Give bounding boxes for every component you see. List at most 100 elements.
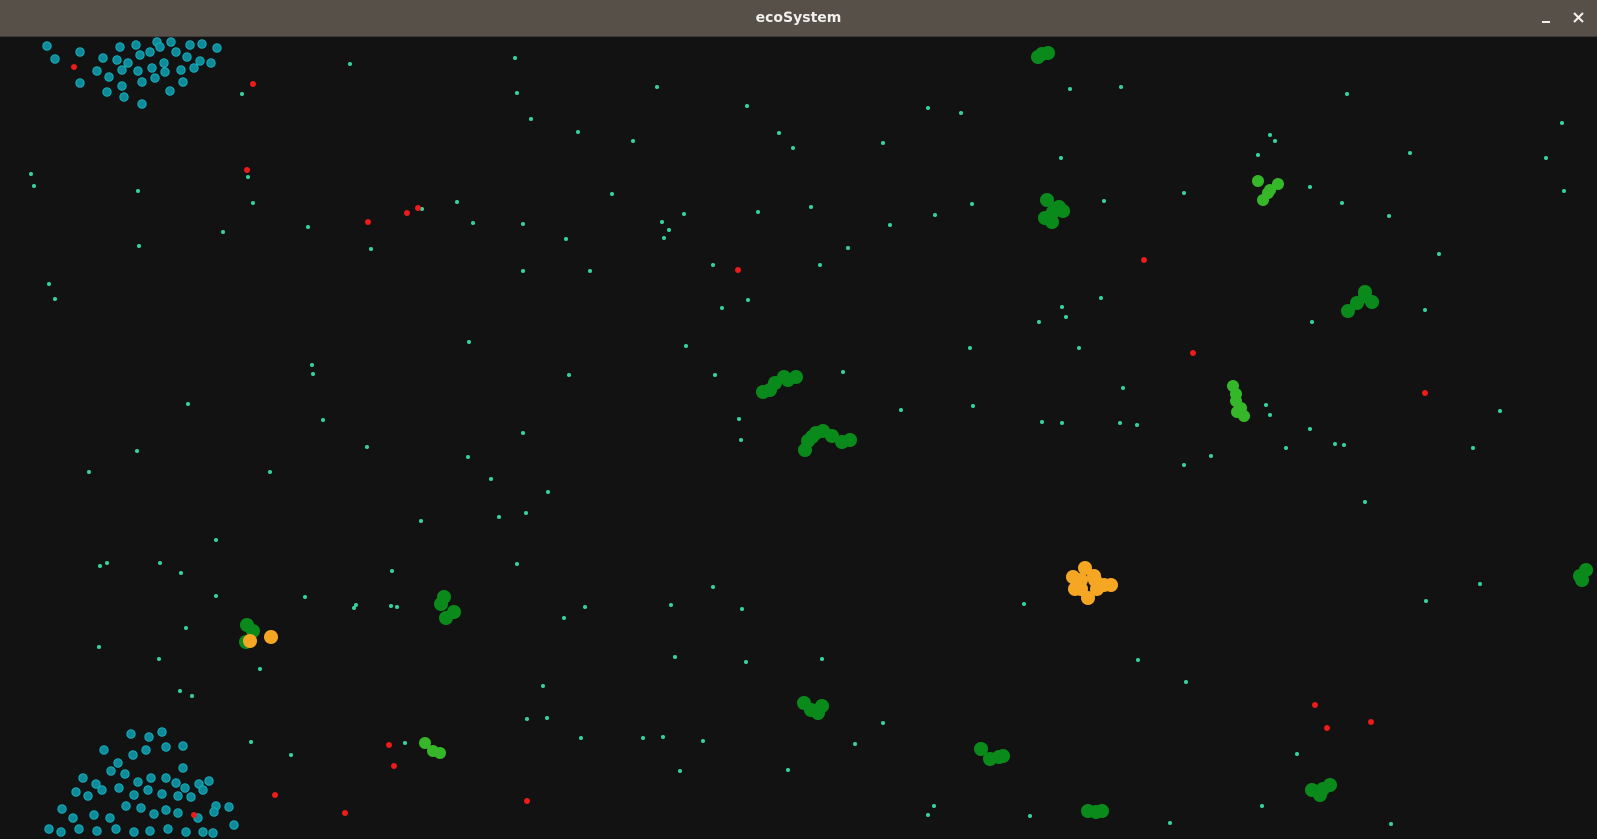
food-particle — [739, 438, 743, 442]
plant — [996, 749, 1010, 763]
food-particle — [515, 562, 519, 566]
food-particle — [137, 244, 141, 248]
herd-creature — [147, 63, 157, 73]
predator — [386, 742, 392, 748]
food-particle — [136, 189, 140, 193]
herd-creature — [171, 778, 181, 788]
predator — [1141, 257, 1147, 263]
herd-creature — [157, 727, 167, 737]
herd-creature — [126, 729, 136, 739]
herd-creature — [178, 77, 188, 87]
food-particle — [853, 742, 857, 746]
food-particle — [419, 519, 423, 523]
food-particle — [1119, 85, 1123, 89]
herd-creature — [57, 804, 67, 814]
close-icon — [1567, 6, 1591, 30]
herd-creature — [185, 40, 195, 50]
predator — [71, 64, 77, 70]
herd-creature — [178, 741, 188, 751]
title-bar[interactable]: ecoSystem — [0, 0, 1597, 37]
food-particle — [888, 223, 892, 227]
food-particle — [820, 657, 824, 661]
herd-creature — [141, 745, 151, 755]
ecosystem-world[interactable] — [0, 37, 1597, 839]
food-particle — [390, 569, 394, 573]
food-particle — [1135, 423, 1139, 427]
food-particle — [579, 736, 583, 740]
food-particle — [467, 340, 471, 344]
herd-creature — [117, 65, 127, 75]
predator — [391, 763, 397, 769]
plant — [763, 383, 777, 397]
herd-creature — [105, 813, 115, 823]
close-button[interactable] — [1567, 6, 1591, 30]
herd-creature — [123, 58, 133, 68]
plant-clusters-dark — [239, 46, 1593, 819]
food-particle — [1068, 87, 1072, 91]
food-particle — [258, 667, 262, 671]
herd-creature — [182, 52, 192, 62]
food-particle — [968, 346, 972, 350]
herd-creature — [120, 769, 130, 779]
simulation-canvas[interactable] — [0, 37, 1597, 839]
food-particle — [513, 56, 517, 60]
herd-creature — [157, 789, 167, 799]
predator — [404, 210, 410, 216]
food-particle — [1022, 602, 1026, 606]
food-particle — [158, 561, 162, 565]
food-particle — [1342, 443, 1346, 447]
herd-creature — [173, 791, 183, 801]
herd-creature — [68, 813, 78, 823]
predators — [71, 64, 1428, 818]
herd-creature — [163, 824, 173, 834]
food-particle — [583, 605, 587, 609]
food-particle — [1424, 599, 1428, 603]
food-particle — [737, 417, 741, 421]
food-particle — [47, 282, 51, 286]
food-particle — [1256, 153, 1260, 157]
food-particle — [841, 370, 845, 374]
herd-creature — [92, 826, 102, 836]
herd-creature — [56, 827, 66, 837]
food-particle — [541, 684, 545, 688]
food-particle — [713, 373, 717, 377]
herd-creature — [128, 750, 138, 760]
herd-creature — [178, 763, 188, 773]
food-particle — [310, 363, 314, 367]
herd-creature — [83, 791, 93, 801]
food-particle — [669, 603, 673, 607]
herd-bottom — [44, 727, 239, 838]
herd-creature — [145, 826, 155, 836]
plant — [1272, 178, 1284, 190]
food-particle — [701, 739, 705, 743]
food-particle — [87, 470, 91, 474]
herd-top — [42, 37, 222, 109]
food-particle — [1363, 500, 1367, 504]
plant — [1040, 193, 1054, 207]
food-particle — [515, 91, 519, 95]
minimize-button[interactable] — [1535, 6, 1559, 30]
food-particle — [1295, 752, 1299, 756]
food-particle — [1340, 201, 1344, 205]
food-particle — [1471, 446, 1475, 450]
herd-creature — [74, 824, 84, 834]
herd-creature — [198, 785, 208, 795]
plant-clusters-light — [419, 175, 1284, 759]
food-particle — [1064, 315, 1068, 319]
food-particle — [1264, 403, 1268, 407]
food-particle — [489, 477, 493, 481]
herd-creature — [111, 824, 121, 834]
herd-creature — [129, 827, 139, 837]
herd-creature — [115, 42, 125, 52]
food-particle — [1060, 421, 1064, 425]
food-particle — [1260, 804, 1264, 808]
herd-creature — [89, 810, 99, 820]
herd-creature — [160, 67, 170, 77]
predator — [272, 792, 278, 798]
plant — [439, 611, 453, 625]
food-particle — [1333, 442, 1337, 446]
plant — [1323, 778, 1337, 792]
fruit — [243, 634, 257, 648]
food-particle — [521, 269, 525, 273]
food-particle — [1423, 308, 1427, 312]
